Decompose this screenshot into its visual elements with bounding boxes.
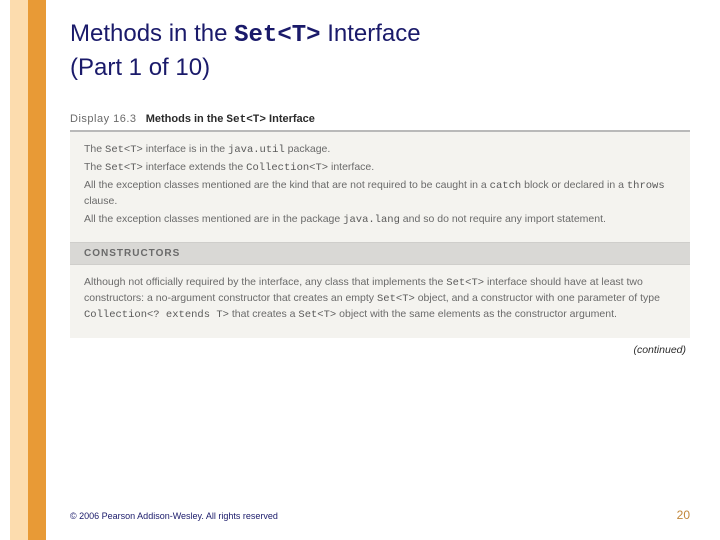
t: Set<T>	[105, 162, 143, 174]
t: The	[84, 143, 105, 155]
slide-title: Methods in the Set<T> Interface (Part 1 …	[70, 18, 690, 85]
t: Although not officially required by the …	[84, 276, 446, 288]
slide-page: Methods in the Set<T> Interface (Part 1 …	[0, 0, 720, 540]
t: object with the same elements as the con…	[336, 308, 617, 320]
t: that creates a	[229, 308, 298, 320]
display-header: Display 16.3 Methods in the Set<T> Inter…	[70, 113, 690, 132]
t: catch	[490, 180, 522, 192]
t: block or declared in a	[521, 179, 627, 191]
t: and so do not require any import stateme…	[400, 213, 606, 225]
copyright: © 2006 Pearson Addison-Wesley. All right…	[70, 511, 278, 521]
t: package.	[285, 143, 331, 155]
t: Collection<? extends T>	[84, 309, 229, 321]
display-number: Display 16.3	[70, 113, 137, 125]
accent-bar	[0, 0, 52, 540]
section-constructors: CONSTRUCTORS	[70, 242, 690, 265]
display-heading-suffix: Interface	[266, 113, 315, 125]
t: java.lang	[343, 214, 400, 226]
content-area: Methods in the Set<T> Interface (Part 1 …	[70, 18, 690, 356]
t: throws	[627, 180, 665, 192]
t: java.util	[228, 144, 285, 156]
title-line2: (Part 1 of 10)	[70, 54, 210, 81]
intro-text: The Set<T> interface is in the java.util…	[70, 132, 690, 242]
t: Set<T>	[298, 309, 336, 321]
t: The	[84, 161, 105, 173]
title-prefix: Methods in the	[70, 20, 234, 47]
t: interface extends the	[143, 161, 246, 173]
t: interface is in the	[143, 143, 228, 155]
display-heading-code: Set<T>	[226, 114, 266, 126]
t: Set<T>	[446, 277, 484, 289]
title-code: Set<T>	[234, 22, 320, 49]
t: Set<T>	[377, 293, 415, 305]
display-block: Display 16.3 Methods in the Set<T> Inter…	[70, 113, 690, 356]
footer: © 2006 Pearson Addison-Wesley. All right…	[70, 508, 690, 522]
t: All the exception classes mentioned are …	[84, 213, 343, 225]
t: Collection<T>	[246, 162, 328, 174]
constructors-text: Although not officially required by the …	[70, 265, 690, 338]
display-heading-prefix: Methods in the	[146, 113, 227, 125]
t: interface.	[328, 161, 374, 173]
t: Set<T>	[105, 144, 143, 156]
page-number: 20	[677, 508, 690, 522]
title-suffix: Interface	[321, 20, 421, 47]
t: clause.	[84, 195, 117, 207]
t: All the exception classes mentioned are …	[84, 179, 490, 191]
continued-label: (continued)	[70, 338, 690, 356]
t: object, and a constructor with one param…	[415, 292, 660, 304]
